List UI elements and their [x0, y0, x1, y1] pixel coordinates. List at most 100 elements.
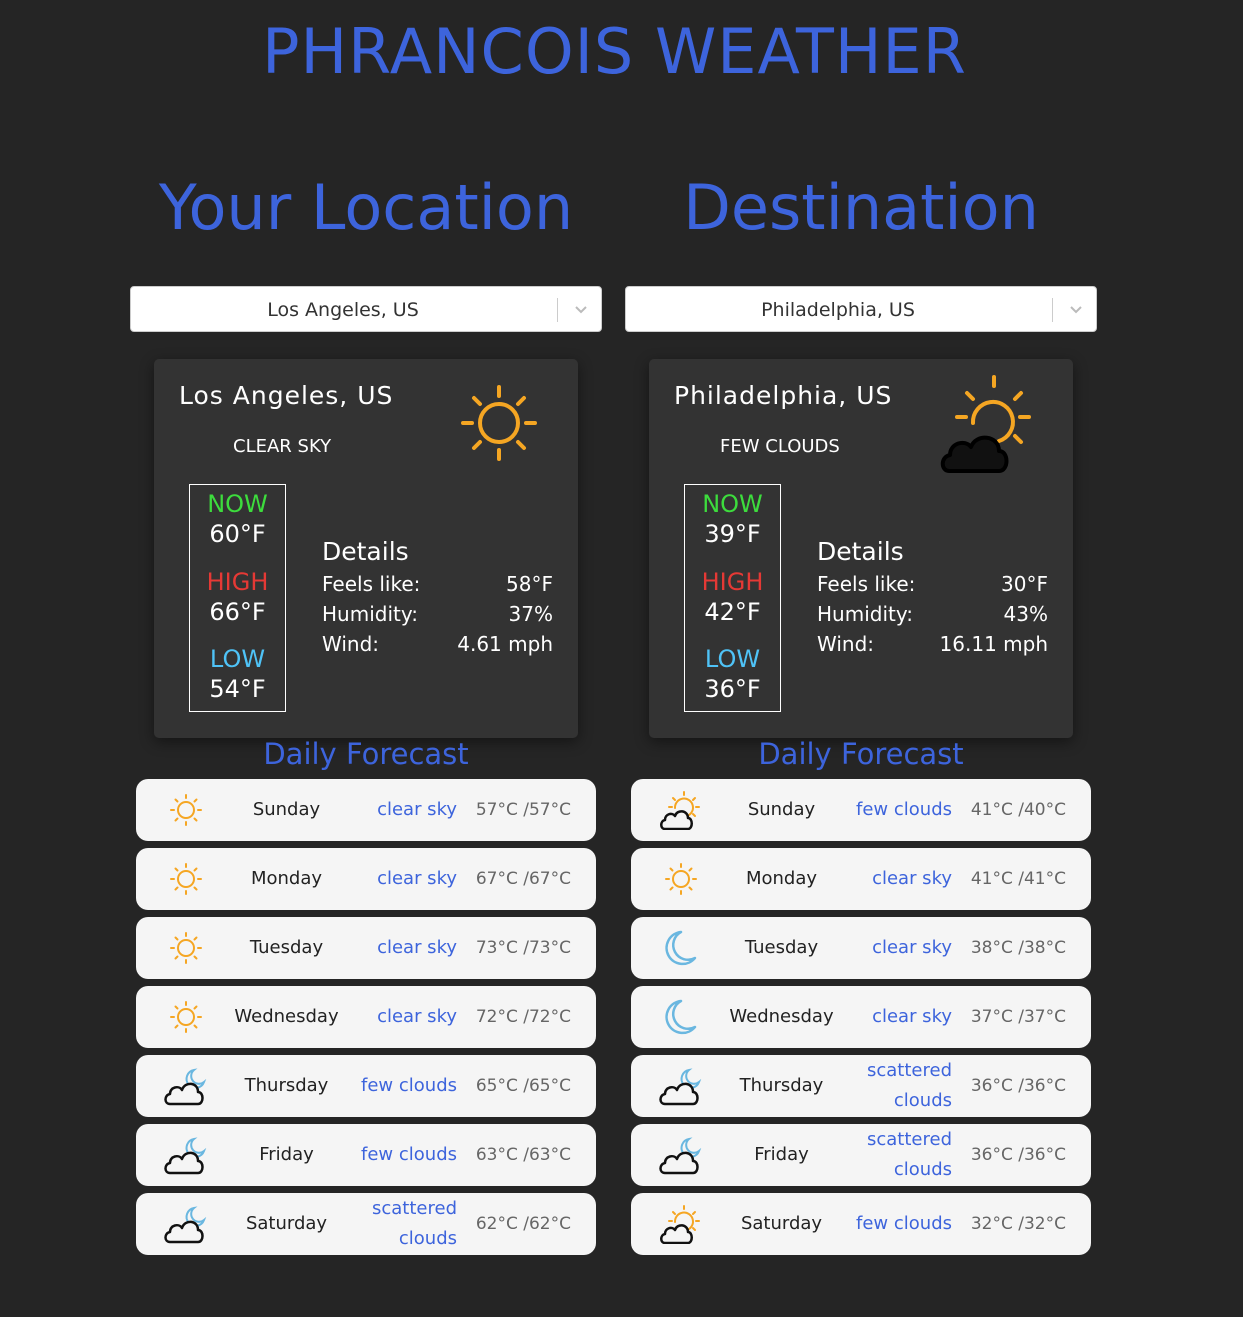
temperature-box: NOW 39°F HIGH 42°F LOW 36°F [684, 484, 781, 712]
forecast-description: clear sky [377, 799, 457, 820]
sun-icon [170, 1001, 202, 1033]
forecast-row: Saturday scattered clouds 62°C /62°C [136, 1193, 596, 1255]
forecast-description: clear sky [377, 1006, 457, 1027]
low-temp: 36°F [704, 675, 761, 703]
sun-icon [170, 794, 202, 826]
destination-select[interactable]: Philadelphia, US [625, 286, 1097, 332]
current-weather-card: Los Angeles, US CLEAR SKY NOW 60°F HIGH … [154, 359, 578, 738]
select-separator [557, 298, 558, 322]
destination-heading: Destination [683, 171, 1039, 244]
forecast-description: scattered clouds [867, 1129, 952, 1180]
low-temp: 54°F [209, 675, 266, 703]
location-select[interactable]: Los Angeles, US [130, 286, 602, 332]
forecast-temp: 72°C /72°C [475, 1007, 571, 1027]
card-description: FEW CLOUDS [720, 436, 840, 457]
cloud-moon-icon [659, 1137, 702, 1175]
details-title: Details [322, 537, 409, 566]
forecast-temp: 36°C /36°C [970, 1076, 1066, 1096]
forecast-temp: 67°C /67°C [475, 869, 571, 889]
cloud-moon-icon [164, 1068, 207, 1106]
high-temp: 42°F [704, 598, 761, 626]
forecast-description: scattered clouds [867, 1060, 952, 1111]
sun-icon [461, 385, 537, 461]
wind-value: 4.61 mph [457, 632, 553, 656]
moon-icon [665, 999, 697, 1035]
sun-icon [170, 932, 202, 964]
chevron-down-icon[interactable] [1066, 299, 1086, 319]
forecast-temp: 38°C /38°C [970, 938, 1066, 958]
daily-forecast-title: Daily Forecast [263, 737, 469, 771]
sun-icon [665, 863, 697, 895]
humidity-label: Humidity: [817, 602, 913, 626]
forecast-row: Saturday few clouds 32°C /32°C [631, 1193, 1091, 1255]
forecast-description: few clouds [361, 1144, 457, 1165]
forecast-row: Friday few clouds 63°C /63°C [136, 1124, 596, 1186]
forecast-description: clear sky [872, 937, 952, 958]
forecast-row: Tuesday clear sky 38°C /38°C [631, 917, 1091, 979]
card-description: CLEAR SKY [233, 436, 332, 457]
forecast-temp: 57°C /57°C [475, 800, 571, 820]
destination-select-value: Philadelphia, US [761, 299, 915, 321]
your-location-panel: Your Location Los Angeles, US Los Angele… [128, 0, 608, 1317]
forecast-row: Sunday few clouds 41°C /40°C [631, 779, 1091, 841]
forecast-temp: 63°C /63°C [475, 1145, 571, 1165]
wind-label: Wind: [322, 632, 380, 656]
forecast-description: scattered clouds [372, 1198, 457, 1249]
now-label: NOW [207, 490, 268, 518]
sun-icon [170, 863, 202, 895]
wind-label: Wind: [817, 632, 875, 656]
cloud-sun-icon [660, 791, 700, 830]
forecast-row: Friday scattered clouds 36°C /36°C [631, 1124, 1091, 1186]
forecast-temp: 41°C /40°C [970, 800, 1066, 820]
now-temp: 60°F [209, 520, 266, 548]
humidity-value: 37% [508, 602, 553, 626]
forecast-row: Thursday few clouds 65°C /65°C [136, 1055, 596, 1117]
chevron-down-icon[interactable] [571, 299, 591, 319]
forecast-temp: 41°C /41°C [970, 869, 1066, 889]
forecast-temp: 37°C /37°C [970, 1007, 1066, 1027]
feels-like-label: Feels like: [817, 572, 916, 596]
low-label: LOW [704, 645, 761, 673]
cloud-sun-icon [940, 375, 1031, 473]
forecast-row: Wednesday clear sky 72°C /72°C [136, 986, 596, 1048]
low-label: LOW [209, 645, 266, 673]
forecast-temp: 62°C /62°C [475, 1214, 571, 1234]
high-label: HIGH [206, 568, 269, 596]
feels-like-value: 30°F [1001, 572, 1048, 596]
high-label: HIGH [701, 568, 764, 596]
forecast-row: Wednesday clear sky 37°C /37°C [631, 986, 1091, 1048]
feels-like-value: 58°F [506, 572, 553, 596]
high-temp: 66°F [209, 598, 266, 626]
select-separator [1052, 298, 1053, 322]
humidity-value: 43% [1003, 602, 1048, 626]
forecast-description: few clouds [856, 799, 952, 820]
forecast-row: Monday clear sky 67°C /67°C [136, 848, 596, 910]
current-weather-card: Philadelphia, US FEW CLOUDS NOW 39°F HIG… [649, 359, 1073, 738]
forecast-temp: 73°C /73°C [475, 938, 571, 958]
forecast-description: few clouds [361, 1075, 457, 1096]
forecast-description: clear sky [872, 868, 952, 889]
card-city: Philadelphia, US [674, 381, 893, 410]
forecast-row: Monday clear sky 41°C /41°C [631, 848, 1091, 910]
details-title: Details [817, 537, 904, 566]
cloud-moon-icon [164, 1206, 207, 1244]
humidity-label: Humidity: [322, 602, 418, 626]
forecast-temp: 36°C /36°C [970, 1145, 1066, 1165]
now-temp: 39°F [704, 520, 761, 548]
forecast-temp: 65°C /65°C [475, 1076, 571, 1096]
forecast-row: Sunday clear sky 57°C /57°C [136, 779, 596, 841]
location-select-value: Los Angeles, US [267, 299, 419, 321]
moon-icon [665, 930, 697, 966]
forecast-description: clear sky [377, 937, 457, 958]
cloud-moon-icon [164, 1137, 207, 1175]
wind-value: 16.11 mph [939, 632, 1048, 656]
forecast-row: Tuesday clear sky 73°C /73°C [136, 917, 596, 979]
destination-panel: Destination Philadelphia, US Philadelphi… [623, 0, 1103, 1317]
card-city: Los Angeles, US [179, 381, 394, 410]
cloud-sun-icon [660, 1205, 700, 1244]
temperature-box: NOW 60°F HIGH 66°F LOW 54°F [189, 484, 286, 712]
now-label: NOW [702, 490, 763, 518]
cloud-moon-icon [659, 1068, 702, 1106]
forecast-description: clear sky [872, 1006, 952, 1027]
your-location-heading: Your Location [158, 171, 574, 244]
